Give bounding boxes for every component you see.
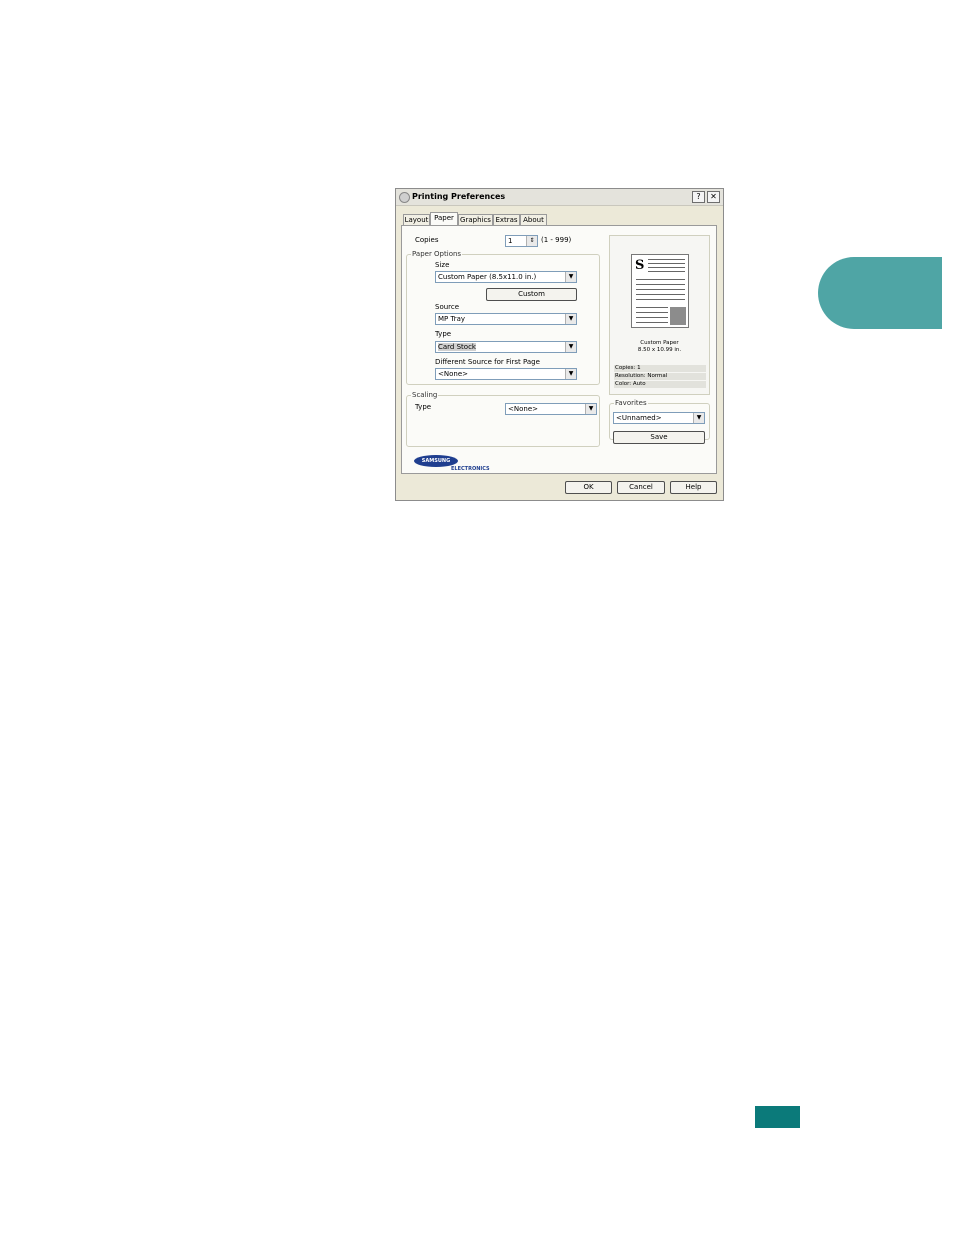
copies-value: 1 <box>508 237 513 245</box>
page-number-badge <box>755 1106 800 1128</box>
chapter-tab <box>818 257 942 329</box>
preview-paper-name: Custom Paper <box>640 340 679 346</box>
source-label: Source <box>435 303 460 311</box>
tab-extras[interactable]: Extras <box>493 214 520 225</box>
type-label: Type <box>435 330 452 338</box>
first-page-select[interactable]: <None> ▼ <box>435 368 577 380</box>
tab-graphics[interactable]: Graphics <box>458 214 493 225</box>
copies-spinner[interactable]: 1 ⇕ <box>505 235 538 247</box>
save-button[interactable]: Save <box>613 431 705 444</box>
tab-layout[interactable]: Layout <box>403 214 430 225</box>
favorites-label: Favorites <box>614 399 648 407</box>
spin-arrows-icon[interactable]: ⇕ <box>526 236 537 246</box>
size-label: Size <box>435 261 450 269</box>
preview-image-block <box>670 307 686 325</box>
scaling-type-select[interactable]: <None> ▼ <box>505 403 597 415</box>
tab-paper[interactable]: Paper <box>430 212 458 226</box>
chevron-down-icon[interactable]: ▼ <box>565 314 576 324</box>
title-bar: Printing Preferences ? ✕ <box>396 189 723 206</box>
dialog-title: Printing Preferences <box>412 192 506 201</box>
size-select[interactable]: Custom Paper (8.5x11.0 in.) ▼ <box>435 271 577 283</box>
source-value: MP Tray <box>438 315 466 323</box>
info-copies: Copies: 1 <box>614 365 706 372</box>
chevron-down-icon[interactable]: ▼ <box>565 369 576 379</box>
ok-button[interactable]: OK <box>565 481 612 494</box>
paper-options-label: Paper Options <box>411 250 463 258</box>
type-select[interactable]: Card Stock ▼ <box>435 341 577 353</box>
source-select[interactable]: MP Tray ▼ <box>435 313 577 325</box>
paper-preview-icon: S <box>631 254 689 328</box>
first-page-label: Different Source for First Page <box>435 358 540 366</box>
chevron-down-icon[interactable]: ▼ <box>693 413 704 423</box>
help-button[interactable]: Help <box>670 481 717 494</box>
samsung-logo-sub: ELECTRONICS <box>451 466 490 472</box>
cancel-button[interactable]: Cancel <box>617 481 665 494</box>
info-resolution: Resolution: Normal <box>614 373 706 380</box>
close-icon[interactable]: ✕ <box>707 191 720 203</box>
info-color: Color: Auto <box>614 381 706 388</box>
preview-paper-dims: 8.50 x 10.99 in. <box>637 347 682 353</box>
favorites-value: <Unnamed> <box>616 414 662 422</box>
chevron-down-icon[interactable]: ▼ <box>565 272 576 282</box>
favorites-select[interactable]: <Unnamed> ▼ <box>613 412 705 424</box>
copies-label: Copies <box>415 236 439 244</box>
print-preview: S Custom Paper 8.50 x 10.99 in. Copies: … <box>609 235 710 395</box>
tab-about[interactable]: About <box>520 214 547 225</box>
paper-tab-panel: Copies 1 ⇕ (1 - 999) Paper Options Size … <box>401 225 717 474</box>
chevron-down-icon[interactable]: ▼ <box>585 404 596 414</box>
copies-range: (1 - 999) <box>541 236 572 244</box>
first-page-value: <None> <box>438 370 468 378</box>
chevron-down-icon[interactable]: ▼ <box>565 342 576 352</box>
printing-preferences-dialog: Printing Preferences ? ✕ Layout Paper Gr… <box>395 188 724 501</box>
size-value: Custom Paper (8.5x11.0 in.) <box>438 273 537 281</box>
help-title-button[interactable]: ? <box>692 191 705 203</box>
printer-icon <box>399 192 410 203</box>
scaling-type-value: <None> <box>508 405 538 413</box>
preview-letter: S <box>635 258 645 273</box>
scaling-type-label: Type <box>415 403 432 411</box>
scaling-label: Scaling <box>411 391 439 399</box>
type-value: Card Stock <box>438 343 476 351</box>
custom-button[interactable]: Custom <box>486 288 577 301</box>
